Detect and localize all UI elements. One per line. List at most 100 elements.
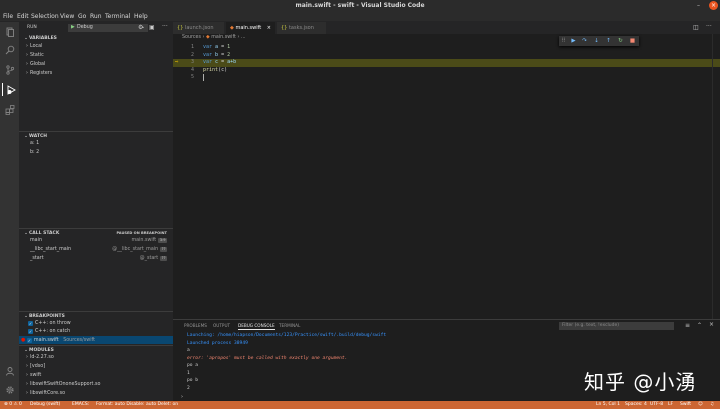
restart-icon[interactable]: ↻ — [616, 37, 625, 45]
window-title: main.swift - swift - Visual Studio Code — [295, 2, 425, 9]
call-stack-frame[interactable]: __libc_start_main @__libc_start_main?? — [19, 246, 173, 254]
status-encoding[interactable]: UTF-8 — [650, 401, 663, 409]
variables-scope-local[interactable]: › Local — [19, 43, 173, 51]
menu-run[interactable]: Run — [90, 13, 102, 20]
tab-output[interactable]: OUTPUT — [213, 323, 230, 328]
checkbox-checked-icon[interactable]: ✓ — [26, 338, 32, 343]
breakpoint-item[interactable]: ✓ C++: on catch — [19, 328, 173, 336]
status-emacs[interactable]: EMACS: — [72, 401, 89, 409]
extensions-icon[interactable] — [3, 103, 16, 116]
module-item[interactable]: › swift — [19, 372, 173, 380]
code-line[interactable]: 2 var b = 2 — [173, 52, 720, 60]
status-format[interactable]: Format: auto Disable: auto Delet: on — [96, 401, 178, 409]
close-tab-icon[interactable]: × — [267, 22, 271, 34]
module-item[interactable]: › [vdso] — [19, 363, 173, 371]
status-indentation[interactable]: Spaces: 4 — [625, 401, 647, 409]
debug-console-filter-input[interactable]: Filter (e.g. text, !exclude) — [559, 322, 674, 330]
tab-terminal[interactable]: TERMINAL — [279, 323, 300, 328]
breadcrumb: Sources › ◆ main.swift › ... — [182, 35, 246, 40]
breakpoint-dot-icon: ● — [21, 337, 26, 343]
modules-section-header[interactable]: ⌄MODULES — [19, 345, 173, 354]
console-input-chevron-icon[interactable]: › — [181, 394, 183, 400]
module-item[interactable]: › ld-2.27.so — [19, 354, 173, 362]
variables-scope-global[interactable]: › Global — [19, 61, 173, 69]
editor-area: {} launch.json ◆ main.swift × {} tasks.js… — [173, 22, 720, 319]
tab-tasks-json[interactable]: {} tasks.json — [277, 22, 327, 34]
watch-section-header[interactable]: ⌄WATCH — [19, 131, 173, 140]
watch-item[interactable]: b: 2 — [19, 149, 173, 157]
call-stack-frame[interactable]: _start @_start?? — [19, 255, 173, 263]
debug-config-select[interactable]: ▶ Debug ⌄ — [68, 23, 148, 32]
more-actions-icon[interactable]: ··· — [706, 23, 712, 30]
watermark: 知乎 @小湧 — [584, 370, 697, 394]
step-into-icon[interactable]: ↓ — [592, 37, 601, 45]
tab-launch-json[interactable]: {} launch.json — [173, 22, 225, 34]
breadcrumb-item[interactable]: main.swift — [211, 35, 236, 40]
menu-terminal[interactable]: Terminal — [105, 13, 130, 20]
status-cursor-position[interactable]: Ln 5, Col 1 — [596, 401, 620, 409]
split-editor-icon[interactable]: ◫ — [693, 24, 699, 31]
status-bar: ⊗ 0 ⚠ 0 Debug (swift) EMACS: Format: aut… — [0, 401, 720, 409]
menu-view[interactable]: View — [60, 13, 74, 20]
close-panel-icon[interactable]: × — [709, 321, 714, 328]
breadcrumb-item[interactable]: Sources — [182, 35, 201, 40]
drag-handle-icon[interactable]: ⠿ — [559, 37, 568, 45]
maximize-panel-icon[interactable]: ⌃ — [697, 322, 702, 329]
run-debug-icon[interactable] — [1, 83, 20, 96]
checkbox-checked-icon[interactable]: ✓ — [28, 321, 33, 326]
call-stack-section-header[interactable]: ⌄CALL STACK PAUSED ON BREAKPOINT — [19, 228, 173, 237]
title-bar: main.swift - swift - Visual Studio Code … — [0, 0, 720, 12]
checkbox-checked-icon[interactable]: ✓ — [28, 329, 33, 334]
more-actions-icon[interactable]: ··· — [162, 23, 168, 30]
swift-file-icon: ◆ — [230, 25, 234, 31]
code-line-current[interactable]: ⇨ 3 var c = a+b — [173, 59, 720, 67]
variables-scope-registers[interactable]: › Registers — [19, 70, 173, 78]
step-out-icon[interactable]: ↑ — [604, 37, 613, 45]
debug-settings-gear-icon[interactable]: ⚙ — [138, 24, 143, 31]
status-language[interactable]: Swift — [680, 401, 691, 409]
clear-console-icon[interactable]: ≡ — [685, 322, 690, 329]
menu-help[interactable]: Help — [134, 13, 148, 20]
code-line[interactable]: 4 print(c) — [173, 67, 720, 75]
breadcrumb-item[interactable]: ... — [241, 35, 246, 40]
breakpoint-paused-icon[interactable]: ⇨ — [175, 59, 178, 67]
source-control-icon[interactable] — [3, 63, 16, 76]
code-line[interactable]: 5 — [173, 74, 720, 82]
minimize-button[interactable]: – — [694, 1, 703, 10]
settings-gear-icon[interactable] — [3, 383, 16, 396]
breakpoint-item[interactable]: ✓ C++: on throw — [19, 320, 173, 328]
status-debug-session[interactable]: Debug (swift) — [30, 401, 60, 409]
close-window-button[interactable]: × — [709, 1, 718, 10]
menu-edit[interactable]: Edit — [17, 13, 29, 20]
notifications-bell-icon[interactable]: ♫ — [710, 401, 714, 409]
continue-icon[interactable]: ▶ — [569, 37, 578, 45]
breakpoints-section-header[interactable]: ⌄BREAKPOINTS — [19, 311, 173, 320]
watch-item[interactable]: a: 1 — [19, 140, 173, 148]
tab-problems[interactable]: PROBLEMS — [184, 323, 207, 328]
breakpoint-item[interactable]: ● ✓ main.swift Sources/swift — [19, 336, 173, 344]
editor-scrollbar[interactable] — [712, 34, 720, 319]
tab-main-swift[interactable]: ◆ main.swift × — [226, 22, 276, 34]
call-stack-frame[interactable]: main main.swift 3:9 — [19, 237, 173, 245]
status-problems[interactable]: ⊗ 0 ⚠ 0 — [4, 401, 22, 409]
search-icon[interactable] — [3, 43, 16, 56]
stop-icon[interactable]: ■ — [628, 37, 637, 45]
menu-selection[interactable]: Selection — [31, 13, 59, 20]
run-panel-title: RUN — [27, 25, 37, 30]
console-line: 1 — [187, 370, 190, 376]
tab-debug-console[interactable]: DEBUG CONSOLE — [238, 323, 275, 330]
step-over-icon[interactable]: ↷ — [580, 37, 589, 45]
menu-go[interactable]: Go — [78, 13, 86, 20]
json-file-icon: {} — [281, 25, 288, 31]
module-item[interactable]: › libswiftSwiftOnoneSupport.so — [19, 381, 173, 389]
module-item[interactable]: › libswiftCore.so — [19, 390, 173, 398]
feedback-icon[interactable]: ☺ — [698, 401, 703, 409]
status-eol[interactable]: LF — [668, 401, 673, 409]
console-line: a — [187, 348, 190, 353]
variables-scope-static[interactable]: › Static — [19, 52, 173, 60]
explorer-icon[interactable] — [3, 25, 16, 38]
variables-section-header[interactable]: ⌄VARIABLES — [19, 34, 173, 43]
menu-file[interactable]: File — [3, 13, 13, 20]
account-icon[interactable] — [3, 364, 16, 377]
debug-console-icon[interactable]: ▣ — [149, 24, 155, 31]
